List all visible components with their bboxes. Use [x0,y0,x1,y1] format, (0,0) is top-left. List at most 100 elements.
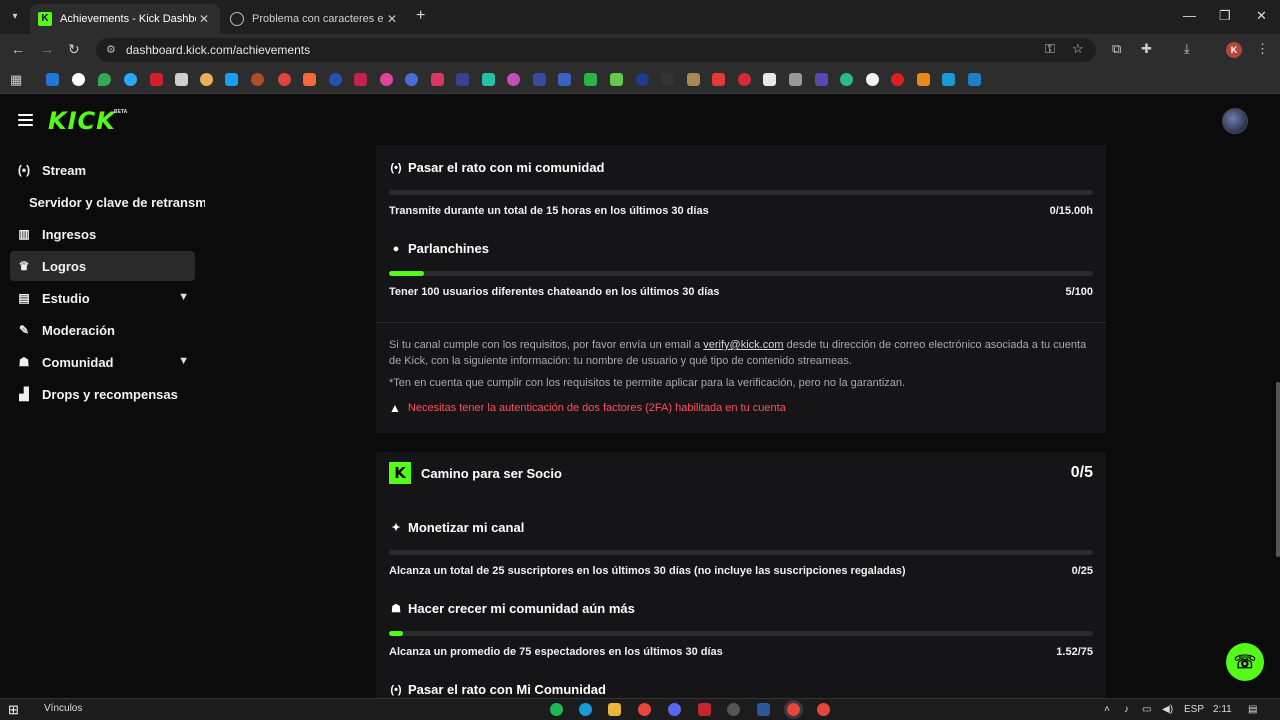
chrome-profile-icon[interactable] [817,703,830,716]
tab-search-icon[interactable]: ▾ [6,8,24,26]
spotify-icon[interactable] [550,703,563,716]
bookmark-m-icon[interactable] [917,73,930,86]
new-tab-icon[interactable]: + [416,8,425,24]
os-taskbar: ⊞ Vínculos ˄ ♪ ▭ ◀) ESP 2:11 ▤ [0,698,1280,720]
site-info-icon[interactable]: ⚙ [106,38,116,62]
translate-icon[interactable]: ⧉ [1112,42,1121,56]
bookmark-p-icon[interactable] [405,73,418,86]
app-red-icon[interactable] [698,703,711,716]
forward-icon[interactable]: → [40,42,54,56]
more-menu-icon[interactable]: ⋮ [1256,42,1269,56]
windows-start-icon[interactable]: ⊞ [8,703,19,716]
bookmark-heart-icon[interactable] [738,73,751,86]
bookmark-diamond-icon[interactable] [712,73,725,86]
page-scrollbar[interactable] [1276,382,1280,557]
profile-avatar-icon[interactable]: K [1226,42,1242,58]
menu-hamburger-icon[interactable] [18,114,33,126]
bookmark-lb-icon[interactable] [942,73,955,86]
bookmark-circle-icon[interactable] [636,73,649,86]
tray-chevron-icon[interactable]: ˄ [1104,703,1110,716]
bookmark-robot-icon[interactable] [533,73,546,86]
sidebar-item-label: Drops y recompensas [42,386,178,402]
clock[interactable]: 2:11 [1213,703,1232,716]
bookmark-wave-icon[interactable] [558,73,571,86]
chrome-active-icon[interactable] [784,700,803,719]
obs-icon[interactable] [727,703,740,716]
bookmark-chart-icon[interactable] [763,73,776,86]
bookmark-eye-icon[interactable] [124,73,137,86]
bookmark-phone-icon[interactable] [507,73,520,86]
close-tab-icon[interactable]: ✕ [384,12,400,26]
bookmark-star-icon[interactable]: ☆ [1072,42,1084,56]
tab-problema[interactable]: Problema con caracteres espec ✕ [222,4,408,34]
word-icon[interactable] [757,703,770,716]
close-tab-icon[interactable]: ✕ [196,12,212,26]
verify-email-link[interactable]: verify@kick.com [703,339,783,351]
bookmark-tool-icon[interactable] [175,73,188,86]
sidebar-item-moderacion[interactable]: ✎ Moderación [10,315,195,345]
bookmark-terminal-icon[interactable] [661,73,674,86]
bookmark-pink-icon[interactable] [380,73,393,86]
volume-icon[interactable]: ◀) [1162,703,1173,716]
back-icon[interactable]: ← [11,42,25,56]
bookmark-check-icon[interactable] [584,73,597,86]
verification-card: (•) Pasar el rato con mi comunidad Trans… [376,145,1106,433]
bookmark-down-icon[interactable] [431,73,444,86]
broadcast-icon: (•) [390,161,402,174]
bookmark-maps-icon[interactable] [98,73,111,86]
restore-icon[interactable]: ❐ [1219,8,1231,24]
chevron-down-icon[interactable]: ▼ [178,291,189,303]
bookmark-purple-icon[interactable] [815,73,828,86]
notifications-icon[interactable]: ▤ [1248,703,1257,716]
bookmark-face-icon[interactable] [200,73,213,86]
bookmark-mic-icon[interactable] [303,73,316,86]
bookmark-bag-icon[interactable] [687,73,700,86]
bookmark-pin-icon[interactable] [354,73,367,86]
verification-info: Si tu canal cumple con los requisitos, p… [389,339,1087,367]
bookmark-outlook-icon[interactable] [46,73,59,86]
bookmark-o-icon[interactable] [840,73,853,86]
bookmark-red-icon[interactable] [150,73,163,86]
chrome-icon[interactable] [638,703,651,716]
file-explorer-icon[interactable] [608,703,621,716]
download-icon[interactable]: ⤓ [1184,42,1190,56]
apps-grid-icon[interactable]: ▦ [10,73,22,87]
bookmark-grid-icon[interactable] [789,73,802,86]
close-window-icon[interactable]: ✕ [1256,8,1267,24]
support-chat-button[interactable]: ☏ [1226,643,1264,681]
chevron-down-icon[interactable]: ▼ [178,355,189,367]
browser-toolbar: ← → ↻ ⚙ dashboard.kick.com/achievements … [0,34,1280,66]
bookmark-teal-icon[interactable] [482,73,495,86]
bookmark-dot-icon[interactable] [278,73,291,86]
microphone-icon[interactable]: ♪ [1124,703,1129,716]
bookmark-blue-icon[interactable] [329,73,342,86]
discord-icon[interactable] [668,703,681,716]
bookmark-orange-icon[interactable] [251,73,264,86]
bookmark-navy-icon[interactable] [456,73,469,86]
bookmark-square-icon[interactable] [968,73,981,86]
minimize-icon[interactable]: — [1183,8,1196,23]
edge-icon[interactable] [579,703,592,716]
sidebar-item-servidor[interactable]: Servidor y clave de retransm [29,195,205,210]
language-indicator[interactable]: ESP [1184,703,1204,716]
bookmark-steam-icon[interactable] [225,73,238,86]
bookmark-green-p-icon[interactable] [610,73,623,86]
network-icon[interactable]: ▭ [1142,703,1151,716]
bookmark-red-dot-icon[interactable] [891,73,904,86]
extensions-icon[interactable]: ✚ [1141,42,1152,56]
sidebar-item-stream[interactable]: (•) Stream [10,155,195,185]
taskbar-links-label[interactable]: Vínculos [44,703,82,714]
address-bar[interactable]: ⚙ dashboard.kick.com/achievements [96,38,1096,62]
sidebar-item-ingresos[interactable]: ▥ Ingresos [10,219,195,249]
user-avatar[interactable] [1222,108,1248,134]
kick-logo[interactable]: KICK [48,107,116,135]
reload-icon[interactable]: ↻ [68,42,80,56]
bookmark-white-icon[interactable] [866,73,879,86]
sidebar-item-comunidad[interactable]: ☗ Comunidad ▼ [10,347,195,377]
sidebar-item-logros[interactable]: ♛ Logros [10,251,195,281]
sidebar-item-drops[interactable]: ▟ Drops y recompensas [10,379,195,409]
tab-achievements[interactable]: K Achievements - Kick Dashboard ✕ [30,4,220,34]
sidebar-item-estudio[interactable]: ▤ Estudio ▼ [10,283,195,313]
password-key-icon[interactable]: ⚿ [1045,42,1055,56]
bookmark-google-icon[interactable] [72,73,85,86]
